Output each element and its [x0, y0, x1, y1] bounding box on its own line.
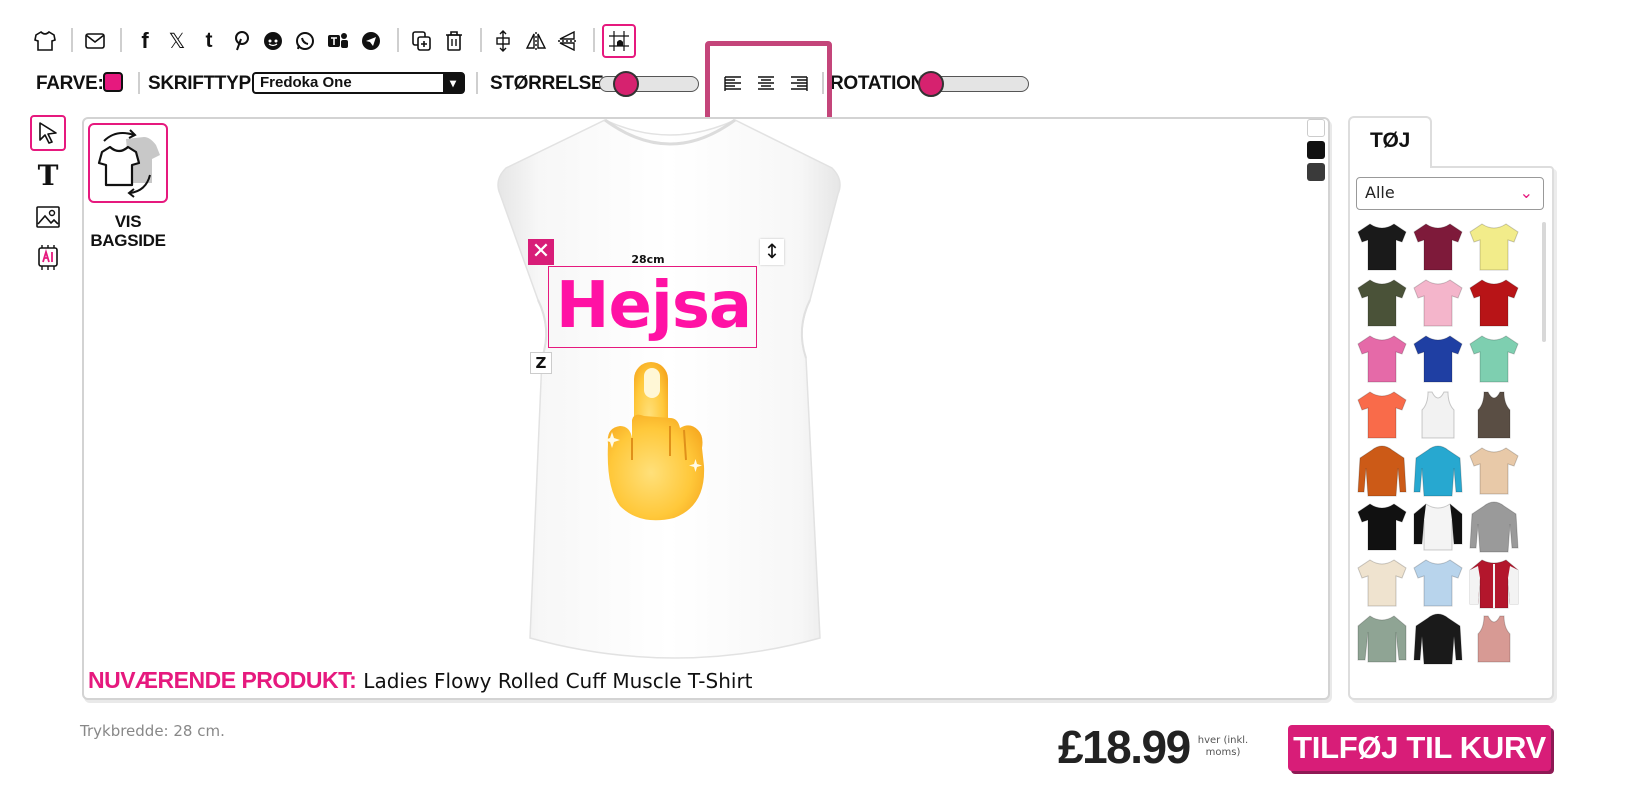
image-tool-button[interactable]: [30, 199, 66, 235]
product-thumbnail[interactable]: [1412, 612, 1464, 666]
mail-icon[interactable]: [82, 28, 108, 54]
product-grid: [1352, 220, 1542, 696]
product-thumbnail[interactable]: [1468, 276, 1520, 330]
product-thumbnail[interactable]: [1412, 444, 1464, 498]
grid-snap-icon[interactable]: [602, 24, 636, 58]
size-label: STØRRELSE:: [490, 73, 610, 94]
whatsapp-icon[interactable]: [292, 28, 318, 54]
pointer-icon: [39, 122, 57, 144]
size-slider[interactable]: [599, 71, 699, 97]
text-tool-button[interactable]: T: [30, 157, 66, 193]
bg-color-white[interactable]: [1307, 119, 1325, 137]
reddit-icon[interactable]: [260, 28, 286, 54]
current-product-name: Ladies Flowy Rolled Cuff Muscle T-Shirt: [363, 669, 753, 693]
tshirt-icon[interactable]: [32, 28, 58, 54]
product-thumbnail[interactable]: [1356, 332, 1408, 386]
telegram-icon[interactable]: [358, 28, 384, 54]
rotation-slider-handle[interactable]: [918, 71, 944, 97]
resize-vertical-icon[interactable]: ↕: [760, 239, 784, 265]
add-to-cart-button[interactable]: TILFØJ TIL KURV: [1288, 725, 1551, 771]
font-select-value: Fredoka One: [260, 74, 352, 91]
duplicate-icon[interactable]: [409, 28, 435, 54]
size-slider-handle[interactable]: [612, 71, 639, 97]
designer-root: f 𝕏 t FARVE: SKRIFTTYPE: Fredoka One ▾ S…: [0, 0, 1632, 788]
product-thumbnail[interactable]: [1412, 332, 1464, 386]
show-back-label: VIS BAGSIDE: [90, 212, 166, 250]
product-thumbnail[interactable]: [1356, 444, 1408, 498]
text-tool-icon: T: [37, 158, 59, 192]
flip-horizontal-icon[interactable]: [523, 28, 549, 54]
font-select[interactable]: Fredoka One ▾: [252, 72, 465, 94]
current-product: NUVÆRENDE PRODUKT: Ladies Flowy Rolled C…: [88, 667, 753, 695]
select-tool-button[interactable]: [30, 115, 66, 151]
hand-emoji-graphic[interactable]: [600, 356, 720, 526]
product-thumbnail[interactable]: [1356, 220, 1408, 274]
chevron-down-icon: ⌄: [1519, 183, 1533, 202]
x-icon[interactable]: 𝕏: [164, 28, 190, 54]
text-color-swatch[interactable]: [103, 72, 123, 92]
product-thumbnail[interactable]: [1412, 276, 1464, 330]
teams-icon[interactable]: [325, 28, 351, 54]
product-thumbnail[interactable]: [1468, 500, 1520, 554]
flip-vertical-icon[interactable]: [555, 28, 581, 54]
tumblr-icon[interactable]: t: [196, 28, 222, 54]
tab-clothing[interactable]: TØJ: [1348, 116, 1432, 168]
product-thumbnail[interactable]: [1412, 500, 1464, 554]
category-filter-value: Alle: [1365, 183, 1395, 202]
price-note: hver (inkl. moms): [1197, 735, 1249, 758]
product-thumbnail[interactable]: [1468, 388, 1520, 442]
rotate-handle-icon[interactable]: Z: [530, 352, 552, 374]
product-thumbnail[interactable]: [1468, 556, 1520, 610]
flip-shirt-icon: [97, 129, 160, 198]
delete-element-icon[interactable]: ✕: [528, 239, 554, 265]
category-filter-select[interactable]: Alle ⌄: [1356, 177, 1544, 210]
product-thumbnail[interactable]: [1412, 220, 1464, 274]
current-product-key: NUVÆRENDE PRODUKT:: [88, 667, 357, 693]
product-thumbnail[interactable]: [1356, 612, 1408, 666]
product-thumbnail[interactable]: [1412, 388, 1464, 442]
print-width-text: Trykbredde: 28 cm.: [80, 722, 225, 740]
facebook-icon[interactable]: f: [132, 28, 158, 54]
price: £18.99: [1058, 721, 1191, 773]
rotation-slider[interactable]: [918, 71, 1029, 97]
pinterest-icon[interactable]: [228, 28, 254, 54]
ai-tool-button[interactable]: [30, 240, 66, 276]
product-list-scrollbar[interactable]: [1542, 222, 1546, 342]
product-thumbnail[interactable]: [1468, 444, 1520, 498]
bg-color-darkgray[interactable]: [1307, 163, 1325, 181]
product-thumbnail[interactable]: [1356, 500, 1408, 554]
dimension-label: 28cm: [631, 253, 665, 266]
product-thumbnail[interactable]: [1412, 556, 1464, 610]
product-thumbnail[interactable]: [1356, 388, 1408, 442]
product-thumbnail[interactable]: [1468, 332, 1520, 386]
image-tool-icon: [36, 206, 60, 228]
align-vertical-icon[interactable]: [490, 28, 516, 54]
product-thumbnail[interactable]: [1356, 556, 1408, 610]
ai-tool-icon: [38, 245, 58, 270]
bg-color-black[interactable]: [1307, 141, 1325, 159]
rotation-label: ROTATION:: [830, 73, 931, 94]
product-thumbnail[interactable]: [1468, 220, 1520, 274]
product-thumbnail[interactable]: [1468, 612, 1520, 666]
design-text[interactable]: Hejsa: [551, 266, 756, 348]
trash-icon[interactable]: [441, 28, 467, 54]
color-label: FARVE:: [36, 73, 104, 94]
product-thumbnail[interactable]: [1356, 276, 1408, 330]
chevron-down-icon: ▾: [443, 74, 463, 92]
show-back-button[interactable]: [88, 123, 168, 203]
